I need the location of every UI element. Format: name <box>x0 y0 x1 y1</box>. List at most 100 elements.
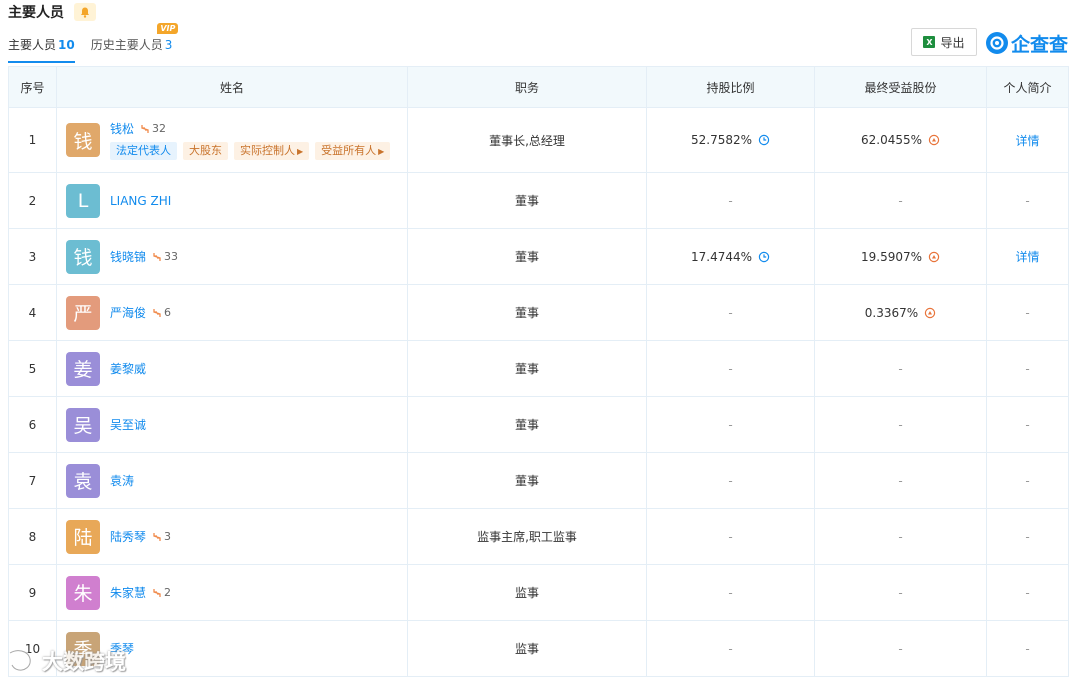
avatar[interactable]: 钱 <box>66 123 100 157</box>
tab-main-personnel[interactable]: 主要人员 10 <box>8 36 75 63</box>
avatar[interactable]: 袁 <box>66 463 100 498</box>
watermark-text: 大数跨境 <box>42 650 126 674</box>
share-value: - <box>728 641 733 656</box>
position-cell: 监事 <box>407 564 647 621</box>
final-share-cell: - <box>814 452 987 509</box>
avatar[interactable]: 朱 <box>66 575 100 610</box>
table-row: 8 陆 陆秀琴 3 监事主席,职工监事 - - - <box>8 508 1069 565</box>
share-cell: 52.7582% <box>646 107 815 173</box>
export-button[interactable]: X 导出 <box>911 28 977 56</box>
intro-cell: - <box>986 564 1069 621</box>
intro-cell: - <box>986 508 1069 565</box>
brand-icon <box>986 32 1008 54</box>
final-share-cell: - <box>814 508 987 565</box>
avatar[interactable]: 钱 <box>66 239 100 274</box>
table-row: 3 钱 钱晓锦 33 董事 17.4744% 19.5907% 详情 <box>8 228 1069 285</box>
watermark: 大数跨境 <box>6 646 126 676</box>
person-name-link[interactable]: 钱松 <box>110 120 134 137</box>
role-tag[interactable]: 受益所有人 ▶ <box>315 142 391 160</box>
table-row: 10 季 季琴 监事 - - - <box>8 620 1069 677</box>
relation-count: 2 <box>164 586 172 599</box>
position-cell: 董事 <box>407 396 647 453</box>
intro-value: - <box>1025 417 1030 432</box>
intro-value: - <box>1025 529 1030 544</box>
watermark-logo-icon <box>9 649 32 672</box>
vip-badge: VIP <box>157 23 179 34</box>
role-tag[interactable]: 法定代表人 <box>110 142 177 160</box>
intro-value: - <box>1025 193 1030 208</box>
share-value: - <box>728 529 733 544</box>
final-share-cell: 0.3367% <box>814 284 987 341</box>
person-name-link[interactable]: LIANG ZHI <box>110 194 171 208</box>
name-cell: 吴 吴至诚 <box>56 396 408 453</box>
relation-icon[interactable]: 2 <box>152 586 171 599</box>
final-share-value: - <box>898 361 903 376</box>
avatar[interactable]: 吴 <box>66 407 100 442</box>
avatar[interactable]: 严 <box>66 295 100 330</box>
role-tag-label: 大股东 <box>189 144 222 157</box>
person-name-link[interactable]: 袁涛 <box>110 472 134 489</box>
person-name-link[interactable]: 姜黎威 <box>110 360 146 377</box>
person-name-link[interactable]: 严海俊 <box>110 304 146 321</box>
intro-detail-link[interactable]: 详情 <box>1015 250 1039 264</box>
share-cell: 17.4744% <box>646 228 815 285</box>
caret-right-icon: ▶ <box>378 147 385 156</box>
relation-icon[interactable]: 32 <box>140 122 166 135</box>
share-value: - <box>728 305 733 320</box>
row-number: 7 <box>8 452 57 509</box>
avatar[interactable]: 姜 <box>66 351 100 386</box>
final-share-cell: 19.5907% <box>814 228 987 285</box>
role-tag[interactable]: 实际控制人 ▶ <box>234 142 310 160</box>
share-cell: - <box>646 284 815 341</box>
intro-cell: - <box>986 172 1069 229</box>
intro-value: - <box>1025 473 1030 488</box>
role-tag-label: 法定代表人 <box>116 144 171 157</box>
person-name-link[interactable]: 钱晓锦 <box>110 248 146 265</box>
share-value: - <box>728 361 733 376</box>
share-cell: - <box>646 620 815 677</box>
relation-count: 33 <box>164 250 179 263</box>
name-cell: 姜 姜黎威 <box>56 340 408 397</box>
relation-icon[interactable]: 6 <box>152 306 171 319</box>
role-tag-label: 受益所有人 <box>321 144 377 157</box>
relation-icon[interactable]: 3 <box>152 530 171 543</box>
position-cell: 董事长,总经理 <box>407 107 647 173</box>
caret-right-icon: ▶ <box>297 147 304 156</box>
person-name-link[interactable]: 朱家慧 <box>110 584 146 601</box>
relation-icon[interactable]: 33 <box>152 250 178 263</box>
col-header-position: 职务 <box>407 66 647 108</box>
role-tags: 法定代表人 大股东 实际控制人 ▶ 受益所有人 ▶ <box>110 142 396 160</box>
role-tag[interactable]: 大股东 <box>183 142 228 160</box>
table-header-row: 序号 姓名 职务 持股比例 最终受益股份 个人简介 <box>8 66 1069 108</box>
share-value: - <box>728 473 733 488</box>
intro-cell: - <box>986 396 1069 453</box>
tab-history-personnel[interactable]: 历史主要人员 3 VIP <box>91 23 179 58</box>
share-value: 52.7582% <box>690 133 753 147</box>
table-row: 2 L LIANG ZHI 董事 - - - <box>8 172 1069 229</box>
name-cell: L LIANG ZHI <box>56 172 408 229</box>
avatar[interactable]: L <box>66 183 100 218</box>
share-value: - <box>728 417 733 432</box>
person-name-link[interactable]: 陆秀琴 <box>110 528 146 545</box>
section-header: 主要人员 <box>8 2 96 22</box>
col-header-name: 姓名 <box>56 66 408 108</box>
share-history-icon[interactable] <box>758 251 770 263</box>
name-cell: 钱 钱晓锦 33 <box>56 228 408 285</box>
intro-detail-link[interactable]: 详情 <box>1015 134 1039 148</box>
person-name-link[interactable]: 吴至诚 <box>110 416 146 433</box>
row-number: 9 <box>8 564 57 621</box>
avatar[interactable]: 陆 <box>66 519 100 554</box>
name-cell: 陆 陆秀琴 3 <box>56 508 408 565</box>
beneficiary-chart-icon[interactable] <box>928 134 940 146</box>
tab-bar: 主要人员 10 历史主要人员 3 VIP <box>8 23 188 63</box>
share-history-icon[interactable] <box>758 134 770 146</box>
table-row: 1 钱 钱松 32 法定代表人 大股东 实际控制人 ▶ 受益所有人 ▶ 董事长,总经理 5… <box>8 107 1069 173</box>
final-share-cell: - <box>814 564 987 621</box>
intro-cell: - <box>986 284 1069 341</box>
bell-icon[interactable] <box>74 3 96 21</box>
position-cell: 监事主席,职工监事 <box>407 508 647 565</box>
beneficiary-chart-icon[interactable] <box>924 307 936 319</box>
intro-cell: - <box>986 452 1069 509</box>
intro-cell: - <box>986 340 1069 397</box>
beneficiary-chart-icon[interactable] <box>928 251 940 263</box>
